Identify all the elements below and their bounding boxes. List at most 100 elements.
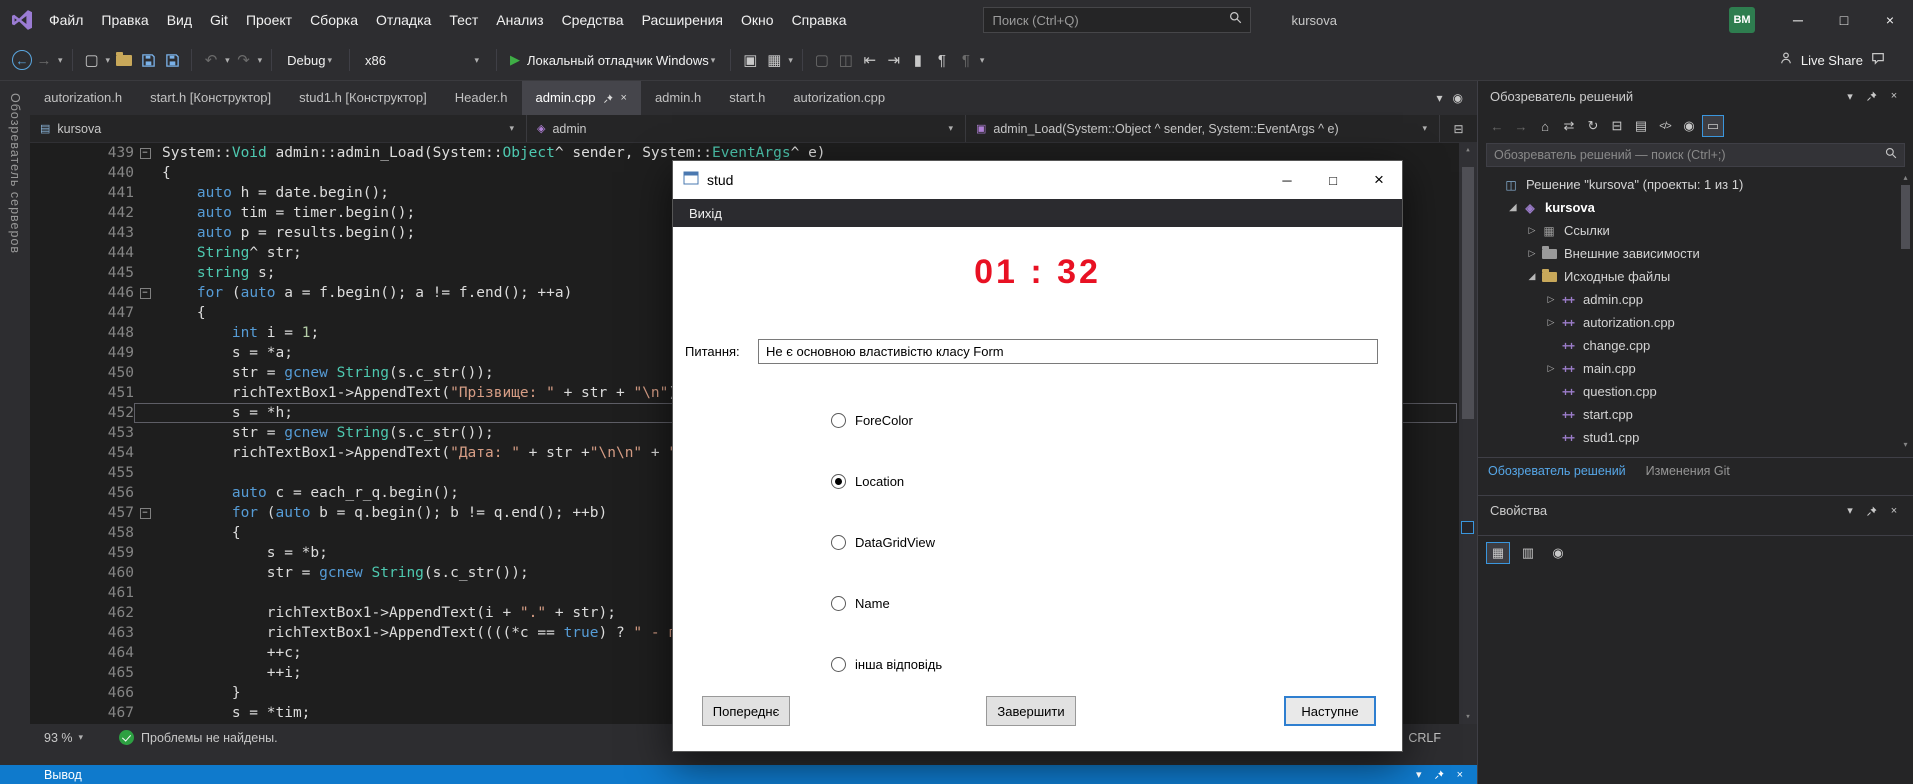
properties-categorized-icon[interactable]: ▦ <box>1486 541 1510 564</box>
properties-header[interactable]: Свойства ▾ × <box>1478 495 1913 525</box>
navigate-forward-icon[interactable]: → <box>32 52 56 69</box>
window-position-icon[interactable]: ▾ <box>1839 90 1861 103</box>
tree-item[interactable]: ▷ Внешние зависимости <box>1478 242 1913 265</box>
send-feedback-icon[interactable] <box>1871 51 1885 70</box>
sync-with-active-document-icon[interactable]: ⇄ <box>1558 115 1580 137</box>
line-number[interactable]: 453 <box>30 423 134 443</box>
uncomment-icon[interactable]: ¶ <box>954 52 978 69</box>
active-files-dropdown-icon[interactable]: ▾ <box>1436 91 1442 105</box>
line-number[interactable]: 452 <box>30 403 134 423</box>
line-number[interactable]: 449 <box>30 343 134 363</box>
radio-circle[interactable] <box>831 412 846 428</box>
next-button[interactable]: Наступне <box>1284 696 1376 726</box>
line-number[interactable]: 443 <box>30 223 134 243</box>
panel-tab[interactable]: Обозреватель решений <box>1478 458 1636 484</box>
menu-item[interactable]: Справка <box>783 0 856 40</box>
radio-circle[interactable] <box>831 473 846 489</box>
tree-item[interactable]: ◫ Решение "kursova" (проекты: 1 из 1) <box>1478 173 1913 196</box>
line-number[interactable]: 462 <box>30 603 134 623</box>
type-dropdown[interactable]: ◈ admin ▾ <box>527 115 966 142</box>
se-forward-icon[interactable]: → <box>1510 115 1532 137</box>
line-number[interactable]: 445 <box>30 263 134 283</box>
window-position-icon[interactable]: ▾ <box>1839 504 1861 517</box>
menu-item[interactable]: Отладка <box>367 0 440 40</box>
new-file-dropdown-icon[interactable]: ▾ <box>106 55 111 66</box>
line-number[interactable]: 464 <box>30 643 134 663</box>
menu-item[interactable]: Правка <box>92 0 157 40</box>
radio-circle[interactable] <box>831 534 846 550</box>
scroll-down-icon[interactable]: ▾ <box>1459 710 1477 724</box>
health-indicator[interactable]: Проблемы не найдены. <box>119 730 278 745</box>
document-tab[interactable]: start.h [Конструктор] <box>136 81 285 115</box>
properties-icon[interactable]: ◉ <box>1678 115 1700 137</box>
line-number[interactable]: 457 <box>30 503 134 523</box>
tree-item[interactable]: ++ stud1.cpp <box>1478 426 1913 449</box>
stud-maximize-button[interactable]: □ <box>1310 161 1356 199</box>
pin-icon[interactable] <box>603 93 614 104</box>
live-share-label[interactable]: Live Share <box>1801 53 1863 68</box>
tree-item[interactable]: ▷ ++ autorization.cpp <box>1478 311 1913 334</box>
radio-option[interactable]: інша відповідь <box>831 654 942 674</box>
menu-item[interactable]: Анализ <box>487 0 552 40</box>
tree-scrollbar-thumb[interactable] <box>1901 185 1910 249</box>
redo-icon[interactable]: ↷ <box>232 51 256 69</box>
radio-option[interactable]: Name <box>831 593 942 613</box>
properties-events-icon[interactable]: ▥ <box>1516 542 1540 564</box>
menu-item[interactable]: Окно <box>732 0 783 40</box>
zoom-selector[interactable]: 93 % ▾ <box>30 731 85 745</box>
platform-combobox[interactable]: x86 ▾ <box>357 47 489 73</box>
editor-scrollbar[interactable]: ▴ ▾ <box>1459 143 1477 724</box>
bookmark-icon[interactable]: ▮ <box>906 51 930 69</box>
line-number[interactable]: 447 <box>30 303 134 323</box>
minimize-button[interactable]: ─ <box>1775 0 1821 40</box>
menu-item[interactable]: Файл <box>40 0 92 40</box>
menu-item[interactable]: Вид <box>158 0 201 40</box>
line-number[interactable]: 441 <box>30 183 134 203</box>
radio-option[interactable]: DataGridView <box>831 532 942 552</box>
account-badge[interactable]: BM <box>1729 7 1755 33</box>
menu-item[interactable]: Git <box>201 0 237 40</box>
document-tab[interactable]: autorization.h <box>30 81 136 115</box>
live-share-icon[interactable] <box>1779 51 1793 70</box>
fold-collapse-icon[interactable]: − <box>139 147 151 159</box>
pin-icon[interactable] <box>1861 505 1883 517</box>
line-number[interactable]: 448 <box>30 323 134 343</box>
debug-target-dropdown-icon[interactable]: ▾ <box>788 55 793 66</box>
tree-scrollbar[interactable]: ▴ ▾ <box>1899 173 1912 449</box>
document-tab[interactable]: admin.h <box>641 81 715 115</box>
view-code-icon[interactable]: </> <box>1654 115 1676 137</box>
stud-titlebar[interactable]: stud ─ □ × <box>673 161 1402 199</box>
edit-dropdown-icon[interactable]: ▾ <box>980 55 985 66</box>
tree-scroll-up-icon[interactable]: ▴ <box>1899 173 1912 182</box>
line-number[interactable]: 442 <box>30 203 134 223</box>
stud-close-button[interactable]: × <box>1356 161 1402 199</box>
open-file-icon[interactable] <box>112 51 136 66</box>
line-number[interactable]: 456 <box>30 483 134 503</box>
solution-search-box[interactable] <box>1486 143 1905 167</box>
menu-item[interactable]: Расширения <box>633 0 732 40</box>
stud-minimize-button[interactable]: ─ <box>1264 161 1310 199</box>
undo-dropdown-icon[interactable]: ▾ <box>225 55 230 66</box>
line-number[interactable]: 458 <box>30 523 134 543</box>
fold-collapse-icon[interactable]: − <box>139 507 151 519</box>
undo-icon[interactable]: ↶ <box>199 51 223 69</box>
maximize-button[interactable]: □ <box>1821 0 1867 40</box>
expander-icon[interactable]: ▷ <box>1543 363 1559 374</box>
member-dropdown[interactable]: ▣ admin_Load(System::Object ^ sender, Sy… <box>966 115 1440 142</box>
outdent-icon[interactable]: ⇤ <box>858 51 882 69</box>
line-number[interactable]: 465 <box>30 663 134 683</box>
configuration-combobox[interactable]: Debug ▾ <box>279 47 342 73</box>
preview-selected-items-icon[interactable]: ▭ <box>1702 115 1724 137</box>
tree-item[interactable]: ++ start.cpp <box>1478 403 1913 426</box>
tree-item[interactable]: ▷ ++ admin.cpp <box>1478 288 1913 311</box>
document-tab[interactable]: autorization.cpp <box>779 81 899 115</box>
line-number[interactable]: 451 <box>30 383 134 403</box>
close-panel-icon[interactable]: × <box>1457 769 1463 781</box>
save-icon[interactable] <box>136 53 160 68</box>
save-all-icon[interactable] <box>160 53 184 68</box>
tree-item[interactable]: ▷ ▦ Ссылки <box>1478 219 1913 242</box>
tree-item[interactable]: ◢ Исходные файлы <box>1478 265 1913 288</box>
pin-icon[interactable] <box>1434 769 1445 780</box>
line-number[interactable]: 444 <box>30 243 134 263</box>
document-tab[interactable]: stud1.h [Конструктор] <box>285 81 441 115</box>
